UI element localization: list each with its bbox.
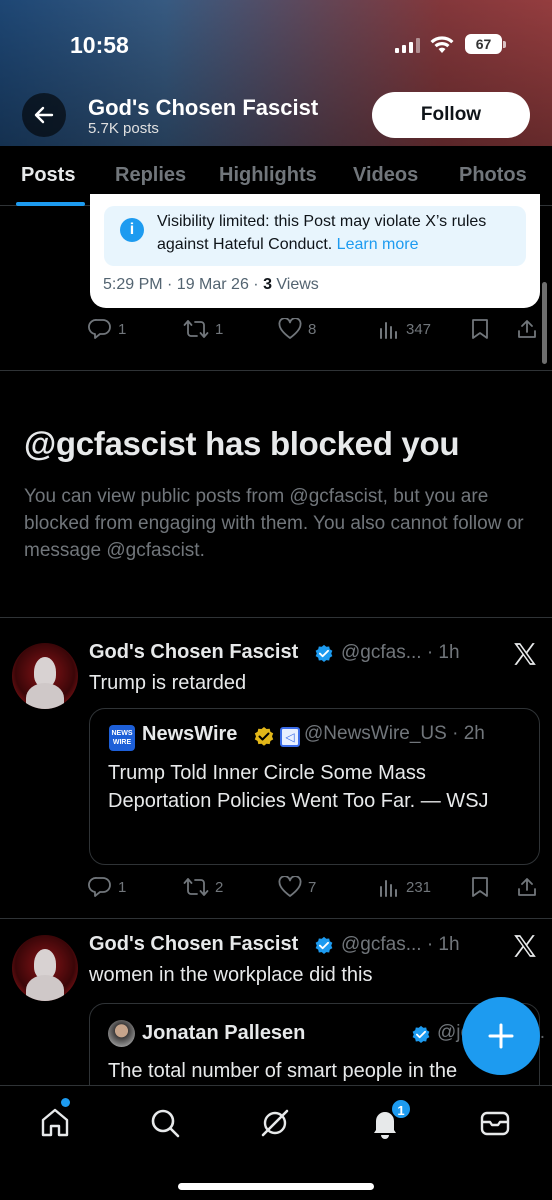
- follow-button[interactable]: Follow: [372, 92, 530, 138]
- reply-icon: [88, 877, 111, 897]
- repost-icon: [183, 320, 209, 338]
- home-icon[interactable]: [38, 1106, 72, 1140]
- back-button[interactable]: [22, 93, 66, 137]
- share-icon: [518, 878, 536, 896]
- tab-photos[interactable]: Photos: [459, 164, 527, 187]
- share-button[interactable]: [516, 318, 538, 340]
- quote-avatar: [108, 1020, 135, 1047]
- avatar[interactable]: [12, 643, 78, 709]
- x-logo-icon: [514, 935, 536, 957]
- cellular-signal-icon: [395, 38, 420, 53]
- bottom-navigation: 1: [0, 1085, 552, 1200]
- like-button[interactable]: 8: [278, 318, 316, 340]
- avatar[interactable]: [12, 935, 78, 1001]
- quote-author-name: Jonatan Pallesen: [142, 1022, 306, 1044]
- profile-name: God's Chosen Fascist: [88, 95, 319, 120]
- divider: [0, 370, 552, 371]
- tweet-handle-time: @gcfas... · 1h: [341, 642, 460, 663]
- repost-icon: [183, 878, 209, 896]
- learn-more-link[interactable]: Learn more: [337, 236, 419, 253]
- post-timestamp: 5:29 PM · 19 Mar 26 · 3 Views: [103, 276, 319, 293]
- x-logo-icon: [514, 643, 536, 665]
- heart-icon: [278, 318, 302, 339]
- reply-button[interactable]: 1: [88, 318, 126, 340]
- tab-posts[interactable]: Posts: [21, 164, 75, 187]
- tab-videos[interactable]: Videos: [353, 164, 418, 187]
- verified-badge-icon: [315, 644, 333, 662]
- quote-author-name: NewsWire: [142, 723, 238, 745]
- post-actions: 1 1 8 347: [88, 318, 538, 348]
- tab-replies[interactable]: Replies: [115, 164, 186, 187]
- repost-button[interactable]: 1: [183, 318, 223, 340]
- status-time: 10:58: [70, 32, 129, 58]
- bookmark-button[interactable]: [470, 876, 490, 898]
- post-count: 5.7K posts: [88, 120, 159, 137]
- affiliate-badge-icon: ◁: [280, 727, 300, 747]
- limited-post-card[interactable]: i Visibility limited: this Post may viol…: [90, 194, 540, 308]
- quote-text: Trump Told Inner Circle Some Mass Deport…: [108, 762, 489, 812]
- compose-post-button[interactable]: [462, 997, 540, 1075]
- quote-handle-time: @NewsWire_US · 2h: [304, 723, 485, 744]
- messages-icon[interactable]: [478, 1106, 512, 1140]
- home-indicator[interactable]: [178, 1183, 374, 1190]
- info-icon: i: [120, 218, 144, 242]
- tweet-handle-time: @gcfas... · 1h: [341, 934, 460, 955]
- tweet-author-name[interactable]: God's Chosen Fascist: [89, 641, 298, 664]
- visibility-notice: i Visibility limited: this Post may viol…: [104, 206, 526, 266]
- heart-icon: [278, 876, 302, 897]
- divider: [0, 918, 552, 919]
- bar-chart-icon: [380, 322, 397, 339]
- share-button[interactable]: [516, 876, 538, 898]
- search-icon[interactable]: [148, 1106, 182, 1140]
- views-button[interactable]: 347: [378, 318, 431, 340]
- grok-icon[interactable]: [258, 1106, 292, 1140]
- repost-button[interactable]: 2: [183, 876, 223, 898]
- notice-text: Visibility limited: this Post may violat…: [157, 213, 487, 253]
- scrollbar[interactable]: [542, 282, 547, 364]
- quote-text: The total number of smart people in the: [108, 1060, 458, 1082]
- reply-icon: [88, 319, 111, 339]
- divider: [0, 617, 552, 618]
- active-tab-indicator: [16, 202, 85, 206]
- arrow-left-icon: [34, 106, 54, 124]
- tweet-author-name[interactable]: God's Chosen Fascist: [89, 933, 298, 956]
- reply-button[interactable]: 1: [88, 876, 126, 898]
- verified-badge-icon: [412, 1025, 430, 1043]
- bar-chart-icon: [380, 880, 397, 897]
- bookmark-icon: [472, 319, 488, 339]
- tweet-text: women in the workplace did this: [89, 964, 373, 986]
- tweet-text: Trump is retarded: [89, 672, 247, 694]
- bookmark-button[interactable]: [470, 318, 490, 340]
- blocked-title: @gcfascist has blocked you: [24, 425, 460, 462]
- blocked-description: You can view public posts from @gcfascis…: [24, 486, 524, 561]
- views-button[interactable]: 231: [378, 876, 431, 898]
- wifi-icon: [430, 36, 454, 53]
- post-actions: 1 2 7 231: [88, 876, 538, 906]
- status-bar: 10:58 67: [0, 0, 552, 80]
- bookmark-icon: [472, 877, 488, 897]
- like-button[interactable]: 7: [278, 876, 316, 898]
- battery-icon: 67: [465, 34, 506, 54]
- notification-count-badge: 1: [390, 1098, 412, 1120]
- gold-verified-badge-icon: [254, 727, 274, 746]
- verified-badge-icon: [315, 936, 333, 954]
- quoted-tweet[interactable]: NEWS WIRE NewsWire ◁ @NewsWire_US · 2h T…: [89, 708, 540, 865]
- home-new-indicator: [61, 1098, 70, 1107]
- share-icon: [518, 320, 536, 338]
- tab-highlights[interactable]: Highlights: [219, 164, 317, 187]
- plus-icon: [488, 1023, 514, 1049]
- newswire-logo: NEWS WIRE: [109, 725, 135, 751]
- views-count: 3: [263, 276, 272, 293]
